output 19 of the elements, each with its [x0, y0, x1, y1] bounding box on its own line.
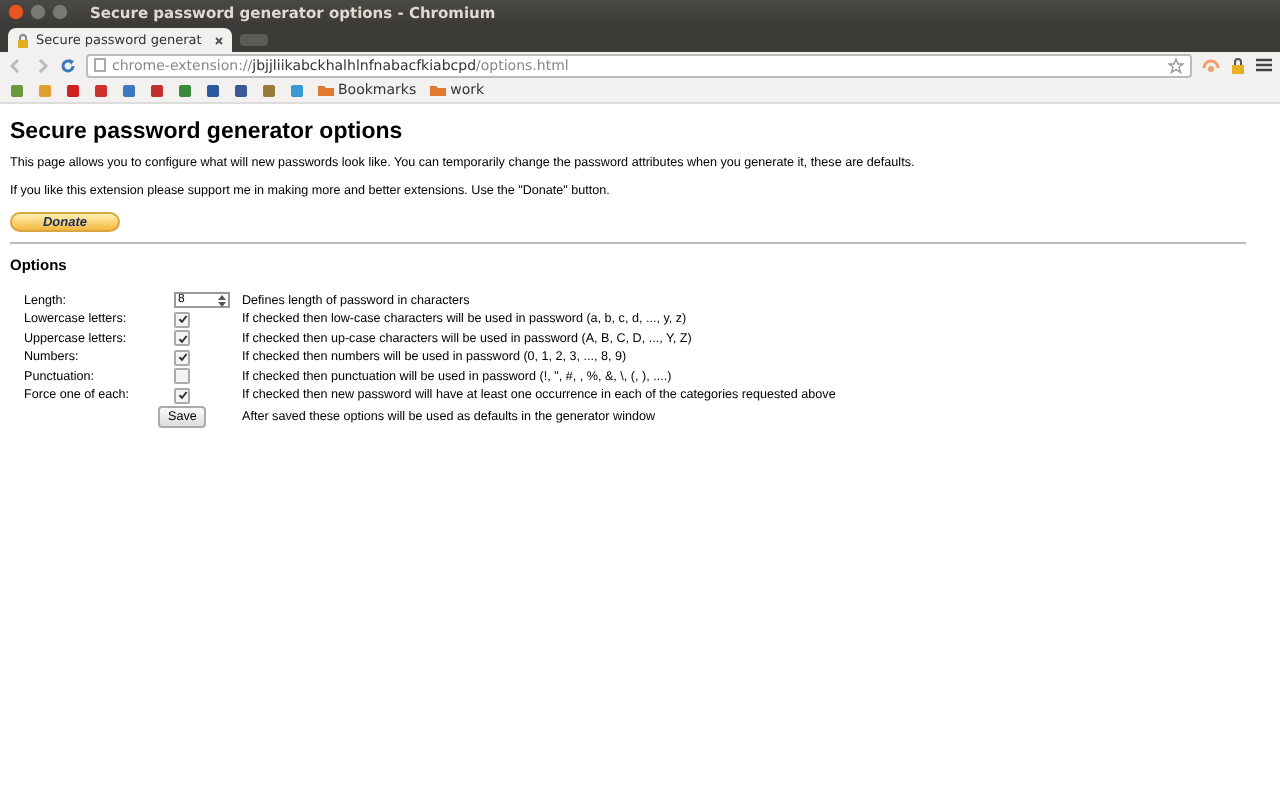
reload-icon[interactable]	[60, 57, 76, 73]
checkbox[interactable]	[174, 349, 190, 365]
star-icon[interactable]	[1168, 57, 1184, 73]
maximize-icon[interactable]	[52, 4, 68, 20]
checkbox[interactable]	[174, 387, 190, 403]
spinner-icon[interactable]	[216, 293, 228, 307]
checkbox[interactable]	[174, 330, 190, 346]
menu-icon[interactable]	[1256, 58, 1272, 72]
close-icon[interactable]	[214, 35, 224, 45]
lock-icon	[16, 33, 30, 47]
folder-icon[interactable]	[318, 84, 334, 96]
page-heading: Secure password generator options	[10, 120, 405, 144]
checkbox[interactable]	[174, 311, 190, 327]
checkbox[interactable]	[174, 368, 190, 384]
page-icon	[94, 58, 106, 72]
close-icon[interactable]	[8, 4, 24, 20]
lock-icon[interactable]	[1230, 57, 1246, 73]
minimize-icon[interactable]	[30, 4, 46, 20]
folder-icon[interactable]	[430, 84, 447, 96]
